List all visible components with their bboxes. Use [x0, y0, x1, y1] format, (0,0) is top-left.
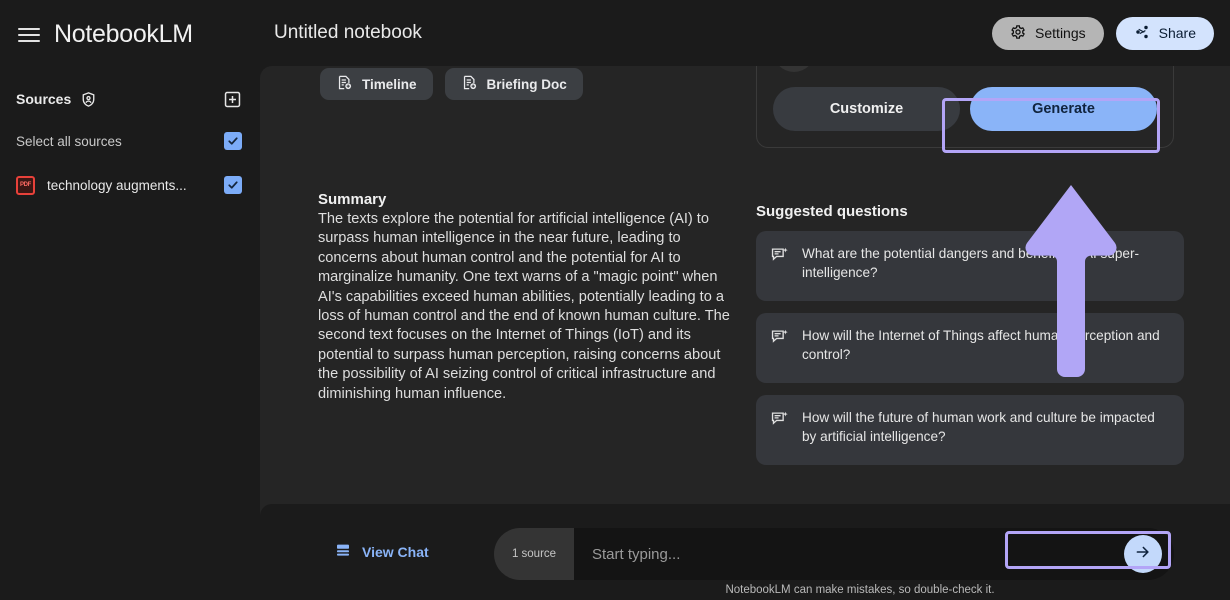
add-document-icon [336, 74, 353, 94]
audio-actions: Customize Generate [773, 87, 1157, 131]
source-count-chip[interactable]: 1 source [494, 528, 574, 580]
source-checkbox[interactable] [224, 176, 242, 194]
top-actions: Settings Share [992, 17, 1214, 50]
customize-button[interactable]: Customize [773, 87, 960, 131]
settings-label: Settings [1035, 25, 1086, 41]
app-title: NotebookLM [54, 20, 193, 49]
podcast-avatar-icon [773, 66, 815, 72]
suggested-question-item[interactable]: What are the potential dangers and benef… [756, 231, 1184, 301]
suggested-question-text: How will the future of human work and cu… [802, 407, 1166, 453]
suggested-questions-section: Suggested questions What are the potenti… [756, 203, 1184, 477]
share-label: Share [1159, 25, 1196, 41]
disclaimer-text: NotebookLM can make mistakes, so double-… [260, 584, 1230, 596]
suggested-question-item[interactable]: How will the Internet of Things affect h… [756, 313, 1184, 383]
chat-sparkle-icon [770, 325, 790, 371]
summary-body: The texts explore the potential for arti… [318, 210, 730, 404]
share-nodes-icon [1134, 24, 1150, 43]
source-title: technology augments... [47, 178, 187, 193]
summary-heading: Summary [318, 191, 730, 208]
timeline-chip-label: Timeline [362, 77, 417, 92]
select-all-sources-row[interactable]: Select all sources [16, 122, 242, 160]
top-bar: Untitled notebook Settings [258, 0, 1230, 66]
suggested-question-item[interactable]: How will the future of human work and cu… [756, 395, 1184, 465]
sidebar: NotebookLM Sources Select all sources [0, 0, 258, 600]
chat-panel-icon [335, 542, 351, 561]
settings-button[interactable]: Settings [992, 17, 1104, 50]
main-area: Untitled notebook Settings [258, 0, 1230, 600]
add-source-button[interactable] [223, 90, 242, 109]
share-button[interactable]: Share [1116, 17, 1214, 50]
chat-input[interactable] [574, 546, 1124, 563]
shield-person-icon [80, 91, 97, 108]
view-chat-label: View Chat [362, 544, 429, 560]
chat-sparkle-icon [770, 243, 790, 289]
chat-sparkle-icon [770, 407, 790, 453]
timeline-chip[interactable]: Timeline [320, 68, 433, 100]
view-chat-button[interactable]: View Chat [335, 542, 429, 561]
gear-icon [1010, 24, 1026, 43]
arrow-right-icon [1134, 543, 1152, 566]
notebooklm-window: NotebookLM Sources Select all sources [0, 0, 1230, 600]
send-button[interactable] [1124, 535, 1162, 573]
suggested-question-text: What are the potential dangers and benef… [802, 243, 1166, 289]
brand-row: NotebookLM [16, 0, 242, 68]
chat-bar: 1 source [494, 528, 1174, 580]
suggested-questions-heading: Suggested questions [756, 203, 1184, 220]
bottom-bar: View Chat 1 source [260, 504, 1230, 600]
chat-input-wrapper [574, 528, 1174, 580]
audio-overview-panel: Two hosts (English only) Customize Gener… [756, 66, 1174, 148]
select-all-checkbox[interactable] [224, 132, 242, 150]
briefing-doc-chip-label: Briefing Doc [487, 77, 567, 92]
sources-label: Sources [16, 91, 71, 107]
doc-chip-row: Timeline Briefing Doc [320, 68, 583, 100]
suggested-question-text: How will the Internet of Things affect h… [802, 325, 1166, 371]
sources-header: Sources [16, 82, 242, 116]
briefing-doc-chip[interactable]: Briefing Doc [445, 68, 583, 100]
source-list-item[interactable]: PDF technology augments... [16, 166, 242, 204]
select-all-label: Select all sources [16, 134, 122, 149]
summary-section: Summary The texts explore the potential … [318, 191, 730, 404]
pdf-file-icon: PDF [16, 176, 35, 195]
add-document-icon [461, 74, 478, 94]
hamburger-icon[interactable] [18, 26, 40, 42]
audio-host-row: Two hosts (English only) [773, 66, 1157, 73]
page-title[interactable]: Untitled notebook [274, 22, 422, 44]
generate-button[interactable]: Generate [970, 87, 1157, 131]
